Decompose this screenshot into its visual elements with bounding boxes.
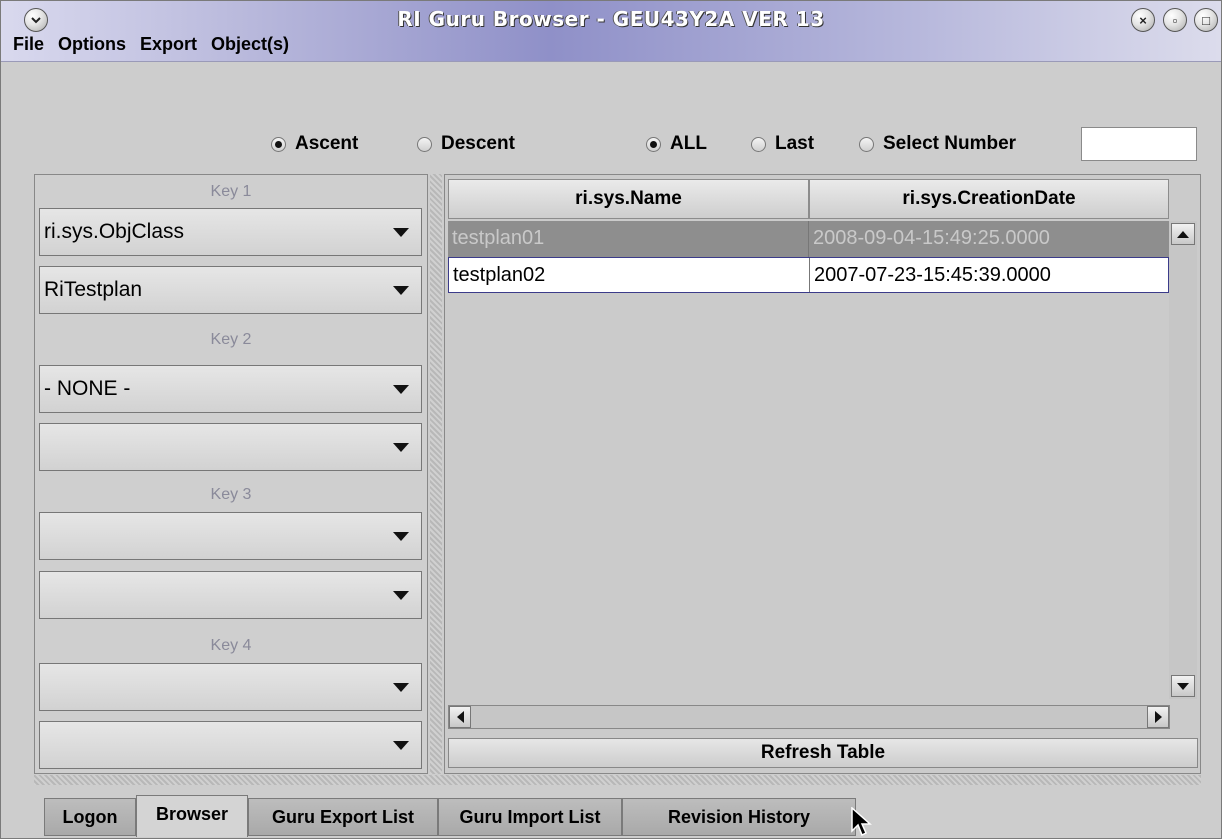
results-table-panel: ri.sys.Name ri.sys.CreationDate testplan… bbox=[444, 174, 1201, 774]
title-bar[interactable]: RI Guru Browser - GEU43Y2A VER 13 × ▫ □ … bbox=[1, 1, 1221, 62]
dropdown-arrow-icon bbox=[393, 385, 409, 394]
dropdown-arrow-icon bbox=[393, 228, 409, 237]
select-number-input[interactable] bbox=[1081, 127, 1197, 161]
dropdown-arrow-icon bbox=[393, 286, 409, 295]
dropdown-arrow-icon bbox=[393, 683, 409, 692]
menu-objects[interactable]: Object(s) bbox=[205, 34, 297, 58]
maximize-window-button[interactable]: □ bbox=[1194, 8, 1218, 32]
tab-guru-export-list[interactable]: Guru Export List bbox=[248, 798, 438, 836]
sort-filter-toolbar: Ascent Descent ALL Last Select Number bbox=[3, 113, 1218, 169]
radio-selected-icon bbox=[646, 136, 661, 152]
arrow-left-icon bbox=[456, 711, 464, 723]
menu-bar: File Options Export Object(s) bbox=[7, 34, 297, 58]
key2-field-value: - NONE - bbox=[44, 377, 131, 400]
arrow-down-icon bbox=[1177, 682, 1189, 690]
radio-all[interactable]: ALL bbox=[646, 133, 707, 155]
tab-browser[interactable]: Browser bbox=[136, 795, 248, 837]
arrow-right-icon bbox=[1154, 711, 1162, 723]
key2-field-select[interactable]: - NONE - bbox=[39, 365, 422, 413]
arrow-up-icon bbox=[1177, 230, 1189, 238]
key3-field-select[interactable] bbox=[39, 512, 422, 560]
radio-unselected-icon bbox=[417, 136, 432, 152]
radio-selected-icon bbox=[271, 136, 286, 152]
dropdown-arrow-icon bbox=[393, 741, 409, 750]
radio-select-number[interactable]: Select Number bbox=[859, 133, 1016, 155]
key1-field-value: ri.sys.ObjClass bbox=[44, 220, 185, 243]
column-header-creation-date[interactable]: ri.sys.CreationDate bbox=[809, 179, 1169, 219]
scroll-left-button[interactable] bbox=[449, 706, 471, 728]
close-window-button[interactable]: × bbox=[1131, 8, 1155, 32]
table-row[interactable]: testplan01 2008-09-04-15:49:25.0000 bbox=[448, 221, 1169, 257]
key1-label: Key 1 bbox=[210, 183, 252, 200]
radio-descent[interactable]: Descent bbox=[417, 133, 515, 155]
menu-options[interactable]: Options bbox=[52, 34, 134, 58]
table-cell-date: 2007-07-23-15:45:39.0000 bbox=[814, 264, 1051, 286]
key1-value-value: RiTestplan bbox=[44, 278, 143, 301]
radio-ascent[interactable]: Ascent bbox=[271, 133, 358, 155]
vertical-scrollbar[interactable] bbox=[1169, 221, 1197, 699]
horizontal-scrollbar[interactable] bbox=[448, 705, 1170, 729]
radio-all-label: ALL bbox=[670, 133, 707, 154]
dropdown-arrow-icon bbox=[393, 443, 409, 452]
radio-select-number-label: Select Number bbox=[883, 133, 1017, 154]
tab-logon[interactable]: Logon bbox=[44, 798, 136, 836]
radio-unselected-icon bbox=[751, 136, 766, 152]
tab-guru-import-list[interactable]: Guru Import List bbox=[438, 798, 622, 836]
app-window: RI Guru Browser - GEU43Y2A VER 13 × ▫ □ … bbox=[0, 0, 1222, 839]
tab-revision-history[interactable]: Revision History bbox=[622, 798, 856, 836]
key3-value-select[interactable] bbox=[39, 571, 422, 619]
window-title: RI Guru Browser - GEU43Y2A VER 13 bbox=[397, 7, 825, 31]
mouse-pointer-icon bbox=[851, 807, 872, 837]
radio-last-label: Last bbox=[775, 133, 815, 154]
refresh-table-button[interactable]: Refresh Table bbox=[448, 738, 1198, 768]
horizontal-split-handle[interactable] bbox=[34, 775, 1201, 785]
table-row[interactable]: testplan02 2007-07-23-15:45:39.0000 bbox=[448, 257, 1169, 293]
table-cell-name: testplan02 bbox=[449, 258, 810, 292]
key3-label: Key 3 bbox=[210, 486, 252, 503]
key-panel: Key 1 ri.sys.ObjClass RiTestplan Key 2 -… bbox=[34, 174, 428, 774]
key1-field-select[interactable]: ri.sys.ObjClass bbox=[39, 208, 422, 256]
table-cell-name: testplan01 bbox=[448, 221, 809, 257]
key4-field-select[interactable] bbox=[39, 663, 422, 711]
menu-file[interactable]: File bbox=[7, 34, 52, 58]
radio-ascent-label: Ascent bbox=[295, 133, 359, 154]
radio-last[interactable]: Last bbox=[751, 133, 814, 155]
scroll-up-button[interactable] bbox=[1171, 223, 1195, 245]
dropdown-arrow-icon bbox=[393, 591, 409, 600]
menu-export[interactable]: Export bbox=[134, 34, 205, 58]
vertical-split-handle[interactable] bbox=[430, 174, 442, 774]
table-cell-date: 2008-09-04-15:49:25.0000 bbox=[813, 227, 1050, 249]
scroll-down-button[interactable] bbox=[1171, 675, 1195, 697]
minimize-window-button[interactable]: ▫ bbox=[1163, 8, 1187, 32]
key4-value-select[interactable] bbox=[39, 721, 422, 769]
column-header-name[interactable]: ri.sys.Name bbox=[448, 179, 809, 219]
radio-unselected-icon bbox=[859, 136, 874, 152]
maximize-icon: □ bbox=[1202, 12, 1210, 28]
radio-descent-label: Descent bbox=[441, 133, 515, 154]
minimize-icon: ▫ bbox=[1172, 12, 1178, 28]
close-icon: × bbox=[1139, 12, 1147, 28]
key2-label: Key 2 bbox=[210, 331, 252, 348]
key1-value-select[interactable]: RiTestplan bbox=[39, 266, 422, 314]
key4-label: Key 4 bbox=[210, 637, 252, 654]
key2-value-select[interactable] bbox=[39, 423, 422, 471]
scroll-right-button[interactable] bbox=[1147, 706, 1169, 728]
dropdown-arrow-icon bbox=[393, 532, 409, 541]
